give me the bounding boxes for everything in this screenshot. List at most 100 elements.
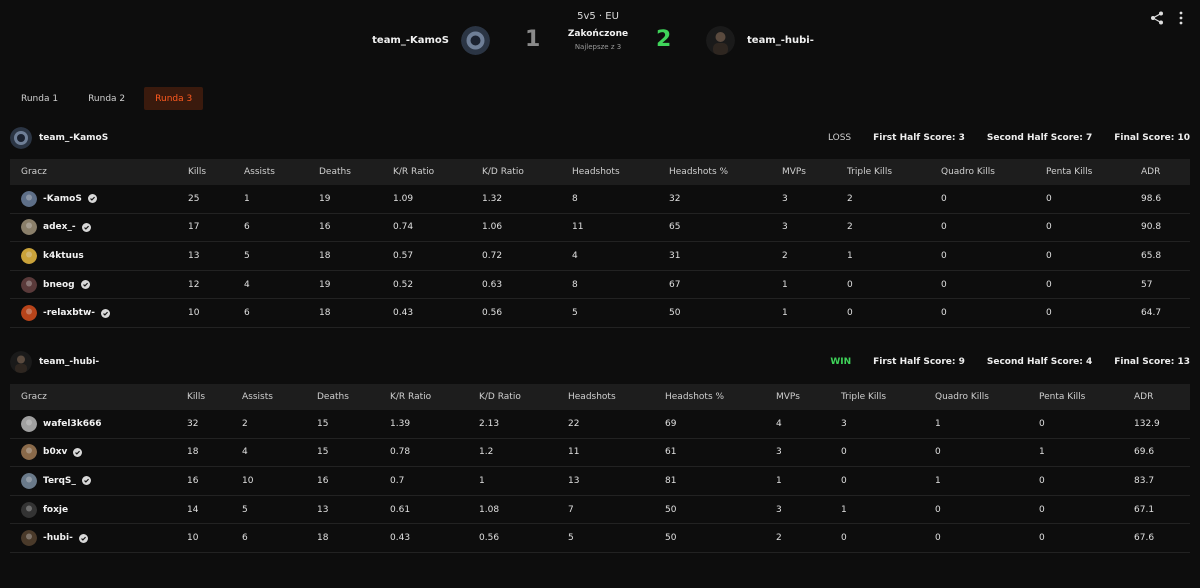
column-header[interactable]: Kills xyxy=(188,167,206,177)
column-header[interactable]: Penta Kills xyxy=(1039,392,1085,402)
player-name[interactable]: wafel3k666 xyxy=(43,419,102,429)
player-avatar[interactable] xyxy=(21,415,37,432)
table-row[interactable]: -hubi- 10 6 18 0.43 0.56 5 50 2 0 0 0 67.6 xyxy=(10,524,1190,553)
right-team[interactable]: team_-hubi- xyxy=(706,25,814,55)
column-header[interactable]: Gracz xyxy=(21,167,47,177)
player-cell[interactable]: b0xv xyxy=(21,444,83,461)
team-avatar[interactable] xyxy=(10,127,32,149)
table-row[interactable]: TerqS_ 16 10 16 0.7 1 13 81 1 0 1 0 83.7 xyxy=(10,467,1190,496)
column-header[interactable]: Assists xyxy=(244,167,275,177)
table-row[interactable]: bneog 12 4 19 0.52 0.63 8 67 1 0 0 0 57 xyxy=(10,271,1190,300)
player-avatar[interactable] xyxy=(21,190,37,207)
stat-cell: 0 xyxy=(1046,308,1052,319)
player-cell[interactable]: TerqS_ xyxy=(21,472,91,489)
column-header[interactable]: Quadro Kills xyxy=(941,167,995,177)
team-name[interactable]: team_-hubi- xyxy=(39,357,99,367)
column-header[interactable]: Quadro Kills xyxy=(935,392,989,402)
stat-cell: 6 xyxy=(244,222,250,233)
column-header[interactable]: Kills xyxy=(187,392,205,402)
column-header[interactable]: K/D Ratio xyxy=(482,167,524,177)
player-avatar[interactable] xyxy=(21,247,37,264)
right-team-avatar[interactable] xyxy=(706,25,735,55)
column-header[interactable]: Headshots xyxy=(572,167,620,177)
column-header[interactable]: ADR xyxy=(1141,167,1160,177)
player-name[interactable]: bneog xyxy=(43,280,75,290)
match-header: 5v5 · EU team_-KamoS 1 Zakończone Najlep… xyxy=(0,0,1200,80)
column-header[interactable]: Headshots % xyxy=(669,167,728,177)
table-row[interactable]: k4ktuus 13 5 18 0.57 0.72 4 31 2 1 0 0 65.8 xyxy=(10,242,1190,271)
column-header[interactable]: Headshots xyxy=(568,392,616,402)
stat-cell: 4 xyxy=(242,447,248,458)
team-name[interactable]: team_-KamoS xyxy=(39,133,108,143)
player-cell[interactable]: bneog xyxy=(21,276,90,293)
column-header[interactable]: Headshots % xyxy=(665,392,724,402)
tab-round-2[interactable]: Runda 2 xyxy=(77,87,136,110)
stat-cell: 0 xyxy=(841,475,847,486)
player-name[interactable]: TerqS_ xyxy=(43,476,76,486)
stat-cell: 2.13 xyxy=(479,418,500,429)
column-header[interactable]: Assists xyxy=(242,392,273,402)
table-row[interactable]: -relaxbtw- 10 6 18 0.43 0.56 5 50 1 0 0 0 64.7 xyxy=(10,299,1190,328)
table-row[interactable]: adex_- 17 6 16 0.74 1.06 11 65 3 2 0 0 90.8 xyxy=(10,214,1190,243)
table-row[interactable]: wafel3k666 32 2 15 1.39 2.13 22 69 4 3 1 0 132.9 xyxy=(10,410,1190,439)
column-header[interactable]: Deaths xyxy=(319,167,351,177)
column-header[interactable]: K/R Ratio xyxy=(390,392,431,402)
stat-cell: 0 xyxy=(841,447,847,458)
more-vert-icon[interactable] xyxy=(1178,11,1184,25)
column-header[interactable]: K/R Ratio xyxy=(393,167,434,177)
player-avatar[interactable] xyxy=(21,305,37,322)
player-avatar[interactable] xyxy=(21,276,37,293)
player-cell[interactable]: foxje xyxy=(21,501,68,518)
column-header[interactable]: Penta Kills xyxy=(1046,167,1092,177)
player-cell[interactable]: -hubi- xyxy=(21,530,88,547)
column-header[interactable]: K/D Ratio xyxy=(479,392,521,402)
column-header[interactable]: Triple Kills xyxy=(841,392,886,402)
column-header[interactable]: Gracz xyxy=(21,392,47,402)
player-cell[interactable]: adex_- xyxy=(21,219,91,236)
player-name[interactable]: -KamoS xyxy=(43,194,82,204)
stat-cell: 11 xyxy=(568,447,580,458)
stat-cell: 17 xyxy=(188,222,200,233)
stat-cell: 0 xyxy=(935,533,941,544)
column-header[interactable]: ADR xyxy=(1134,392,1153,402)
player-name[interactable]: -relaxbtw- xyxy=(43,308,95,318)
tab-round-3[interactable]: Runda 3 xyxy=(144,87,204,110)
player-name[interactable]: b0xv xyxy=(43,447,67,457)
stat-cell: 19 xyxy=(319,193,331,204)
share-icon[interactable] xyxy=(1150,11,1164,25)
player-avatar[interactable] xyxy=(21,501,37,518)
player-cell[interactable]: -relaxbtw- xyxy=(21,305,111,322)
column-header[interactable]: MVPs xyxy=(782,167,806,177)
table-row[interactable]: -KamoS 25 1 19 1.09 1.32 8 32 3 2 0 0 98.6 xyxy=(10,185,1190,214)
player-name[interactable]: -hubi- xyxy=(43,533,73,543)
player-cell[interactable]: -KamoS xyxy=(21,190,97,207)
stat-cell: 98.6 xyxy=(1141,193,1162,204)
right-team-name[interactable]: team_-hubi- xyxy=(747,35,814,46)
stat-cell: 4 xyxy=(572,250,578,261)
table-row[interactable]: foxje 14 5 13 0.61 1.08 7 50 3 1 0 0 67.1 xyxy=(10,496,1190,525)
stat-cell: 0 xyxy=(941,250,947,261)
stat-cell: 5 xyxy=(244,250,250,261)
stat-cell: 0.56 xyxy=(479,533,500,544)
player-avatar[interactable] xyxy=(21,472,37,489)
player-avatar[interactable] xyxy=(21,530,37,547)
stat-cell: 13 xyxy=(568,475,580,486)
stat-cell: 7 xyxy=(568,504,574,515)
player-cell[interactable]: wafel3k666 xyxy=(21,415,102,432)
player-avatar[interactable] xyxy=(21,219,37,236)
player-name[interactable]: foxje xyxy=(43,505,68,515)
stat-cell: 0.43 xyxy=(390,533,411,544)
stat-cell: 1 xyxy=(847,250,853,261)
player-name[interactable]: k4ktuus xyxy=(43,251,84,261)
column-header[interactable]: Triple Kills xyxy=(847,167,892,177)
verified-icon xyxy=(81,222,91,232)
stat-cell: 8 xyxy=(572,193,578,204)
tab-round-1[interactable]: Runda 1 xyxy=(10,87,69,110)
column-header[interactable]: MVPs xyxy=(776,392,800,402)
player-cell[interactable]: k4ktuus xyxy=(21,247,84,264)
player-avatar[interactable] xyxy=(21,444,37,461)
table-row[interactable]: b0xv 18 4 15 0.78 1.2 11 61 3 0 0 1 69.6 xyxy=(10,439,1190,468)
player-name[interactable]: adex_- xyxy=(43,222,76,232)
team-avatar[interactable] xyxy=(10,351,32,373)
column-header[interactable]: Deaths xyxy=(317,392,349,402)
